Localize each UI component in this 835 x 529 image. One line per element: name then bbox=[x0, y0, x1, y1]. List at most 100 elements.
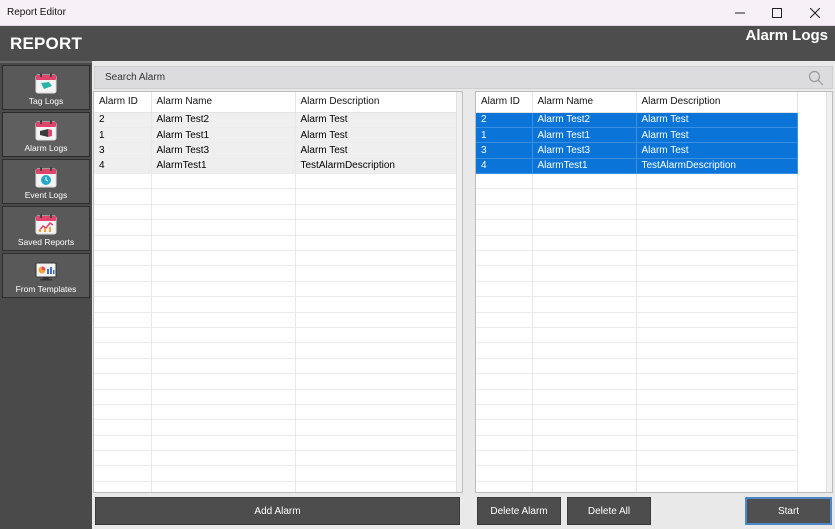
empty-cell bbox=[476, 188, 533, 205]
empty-cell bbox=[151, 358, 296, 375]
empty-cell bbox=[476, 481, 533, 492]
empty-cell bbox=[636, 404, 798, 421]
window-title: Report Editor bbox=[7, 7, 66, 18]
empty-cell bbox=[151, 219, 296, 236]
empty-row bbox=[476, 265, 798, 282]
empty-cell bbox=[636, 265, 798, 282]
empty-cell bbox=[295, 327, 457, 344]
empty-cell bbox=[532, 173, 637, 190]
table-row[interactable]: 4 AlarmTest1 TestAlarmDescription bbox=[94, 158, 457, 175]
minimize-button[interactable] bbox=[721, 0, 759, 26]
cell-alarm-id: 4 bbox=[476, 158, 533, 175]
column-header-alarm-description[interactable]: Alarm Description bbox=[295, 92, 457, 113]
empty-row bbox=[94, 188, 457, 205]
column-header-alarm-id[interactable]: Alarm ID bbox=[476, 92, 533, 113]
empty-cell bbox=[532, 404, 637, 421]
empty-row bbox=[476, 389, 798, 405]
empty-cell bbox=[532, 188, 637, 205]
empty-cell bbox=[295, 465, 457, 482]
column-header-alarm-name[interactable]: Alarm Name bbox=[532, 92, 637, 113]
empty-cell bbox=[476, 235, 533, 252]
empty-cell bbox=[636, 465, 798, 482]
close-icon bbox=[810, 8, 820, 18]
sidebar-item-from-templates[interactable]: From Templates bbox=[2, 253, 90, 298]
sidebar-item-saved-reports[interactable]: Saved Reports bbox=[2, 206, 90, 251]
tag-calendar-icon bbox=[35, 73, 57, 94]
empty-cell bbox=[636, 481, 798, 492]
empty-row bbox=[476, 373, 798, 390]
empty-cell bbox=[151, 235, 296, 252]
sidebar-item-tag-logs[interactable]: Tag Logs bbox=[2, 65, 90, 110]
empty-cell bbox=[94, 327, 152, 344]
empty-cell bbox=[532, 358, 637, 375]
empty-row bbox=[476, 327, 798, 344]
start-button[interactable]: Start bbox=[745, 497, 832, 525]
table-row[interactable]: 1 Alarm Test1 Alarm Test bbox=[94, 127, 457, 144]
empty-row bbox=[94, 296, 457, 313]
empty-cell bbox=[476, 265, 533, 282]
empty-cell bbox=[476, 358, 533, 375]
section-title: Alarm Logs bbox=[745, 27, 828, 44]
search-input[interactable] bbox=[95, 67, 795, 88]
table-row-selected[interactable]: 1 Alarm Test1 Alarm Test bbox=[476, 127, 798, 144]
empty-cell bbox=[476, 296, 533, 313]
table-row-selected[interactable]: 2 Alarm Test2 Alarm Test bbox=[476, 112, 798, 128]
empty-row bbox=[94, 342, 457, 359]
cell-alarm-id: 2 bbox=[476, 112, 533, 128]
empty-cell bbox=[94, 188, 152, 205]
empty-row bbox=[94, 327, 457, 344]
sidebar-item-event-logs[interactable]: Event Logs bbox=[2, 159, 90, 204]
empty-cell bbox=[94, 435, 152, 452]
table-row-selected[interactable]: 3 Alarm Test3 Alarm Test bbox=[476, 142, 798, 159]
empty-rows bbox=[94, 173, 457, 492]
delete-all-button[interactable]: Delete All bbox=[567, 497, 651, 525]
empty-cell bbox=[532, 389, 637, 405]
empty-cell bbox=[476, 312, 533, 328]
vertical-scrollbar[interactable] bbox=[826, 92, 832, 492]
table-row[interactable]: 3 Alarm Test3 Alarm Test bbox=[94, 142, 457, 159]
empty-cell bbox=[636, 204, 798, 221]
search-icon[interactable] bbox=[808, 70, 824, 86]
alarm-calendar-icon bbox=[35, 120, 57, 141]
empty-cell bbox=[295, 188, 457, 205]
close-button[interactable] bbox=[796, 0, 834, 26]
sidebar-item-label: Alarm Logs bbox=[24, 143, 68, 153]
empty-cell bbox=[532, 435, 637, 452]
sidebar-item-alarm-logs[interactable]: Alarm Logs bbox=[2, 112, 90, 157]
empty-cell bbox=[94, 373, 152, 390]
empty-cell bbox=[151, 296, 296, 313]
empty-cell bbox=[532, 342, 637, 359]
cell-alarm-name: Alarm Test2 bbox=[532, 112, 637, 128]
empty-cell bbox=[532, 265, 637, 282]
empty-cell bbox=[94, 296, 152, 313]
empty-cell bbox=[476, 389, 533, 405]
empty-cell bbox=[151, 465, 296, 482]
empty-cell bbox=[295, 450, 457, 467]
cell-alarm-description: Alarm Test bbox=[636, 127, 798, 144]
empty-cell bbox=[151, 435, 296, 452]
empty-cell bbox=[295, 481, 457, 492]
delete-alarm-button[interactable]: Delete Alarm bbox=[477, 497, 561, 525]
empty-cell bbox=[151, 450, 296, 467]
available-alarms-grid[interactable]: Alarm ID Alarm Name Alarm Description 2 … bbox=[93, 91, 463, 493]
empty-cell bbox=[532, 296, 637, 313]
table-row[interactable]: 2 Alarm Test2 Alarm Test bbox=[94, 112, 457, 128]
empty-row bbox=[94, 173, 457, 190]
empty-cell bbox=[94, 404, 152, 421]
table-row-selected[interactable]: 4 AlarmTest1 TestAlarmDescription bbox=[476, 158, 798, 175]
empty-cell bbox=[636, 312, 798, 328]
column-header-alarm-description[interactable]: Alarm Description bbox=[636, 92, 798, 113]
cell-alarm-id: 1 bbox=[94, 127, 152, 144]
empty-cell bbox=[295, 358, 457, 375]
column-header-alarm-name[interactable]: Alarm Name bbox=[151, 92, 296, 113]
maximize-button[interactable] bbox=[758, 0, 796, 26]
empty-cell bbox=[151, 265, 296, 282]
empty-cell bbox=[94, 173, 152, 190]
column-header-alarm-id[interactable]: Alarm ID bbox=[94, 92, 152, 113]
add-alarm-button[interactable]: Add Alarm bbox=[95, 497, 460, 525]
empty-cell bbox=[151, 373, 296, 390]
vertical-scrollbar[interactable] bbox=[456, 92, 462, 492]
chart-calendar-icon bbox=[35, 214, 57, 235]
empty-cell bbox=[636, 296, 798, 313]
selected-alarms-grid[interactable]: Alarm ID Alarm Name Alarm Description 2 … bbox=[475, 91, 833, 493]
